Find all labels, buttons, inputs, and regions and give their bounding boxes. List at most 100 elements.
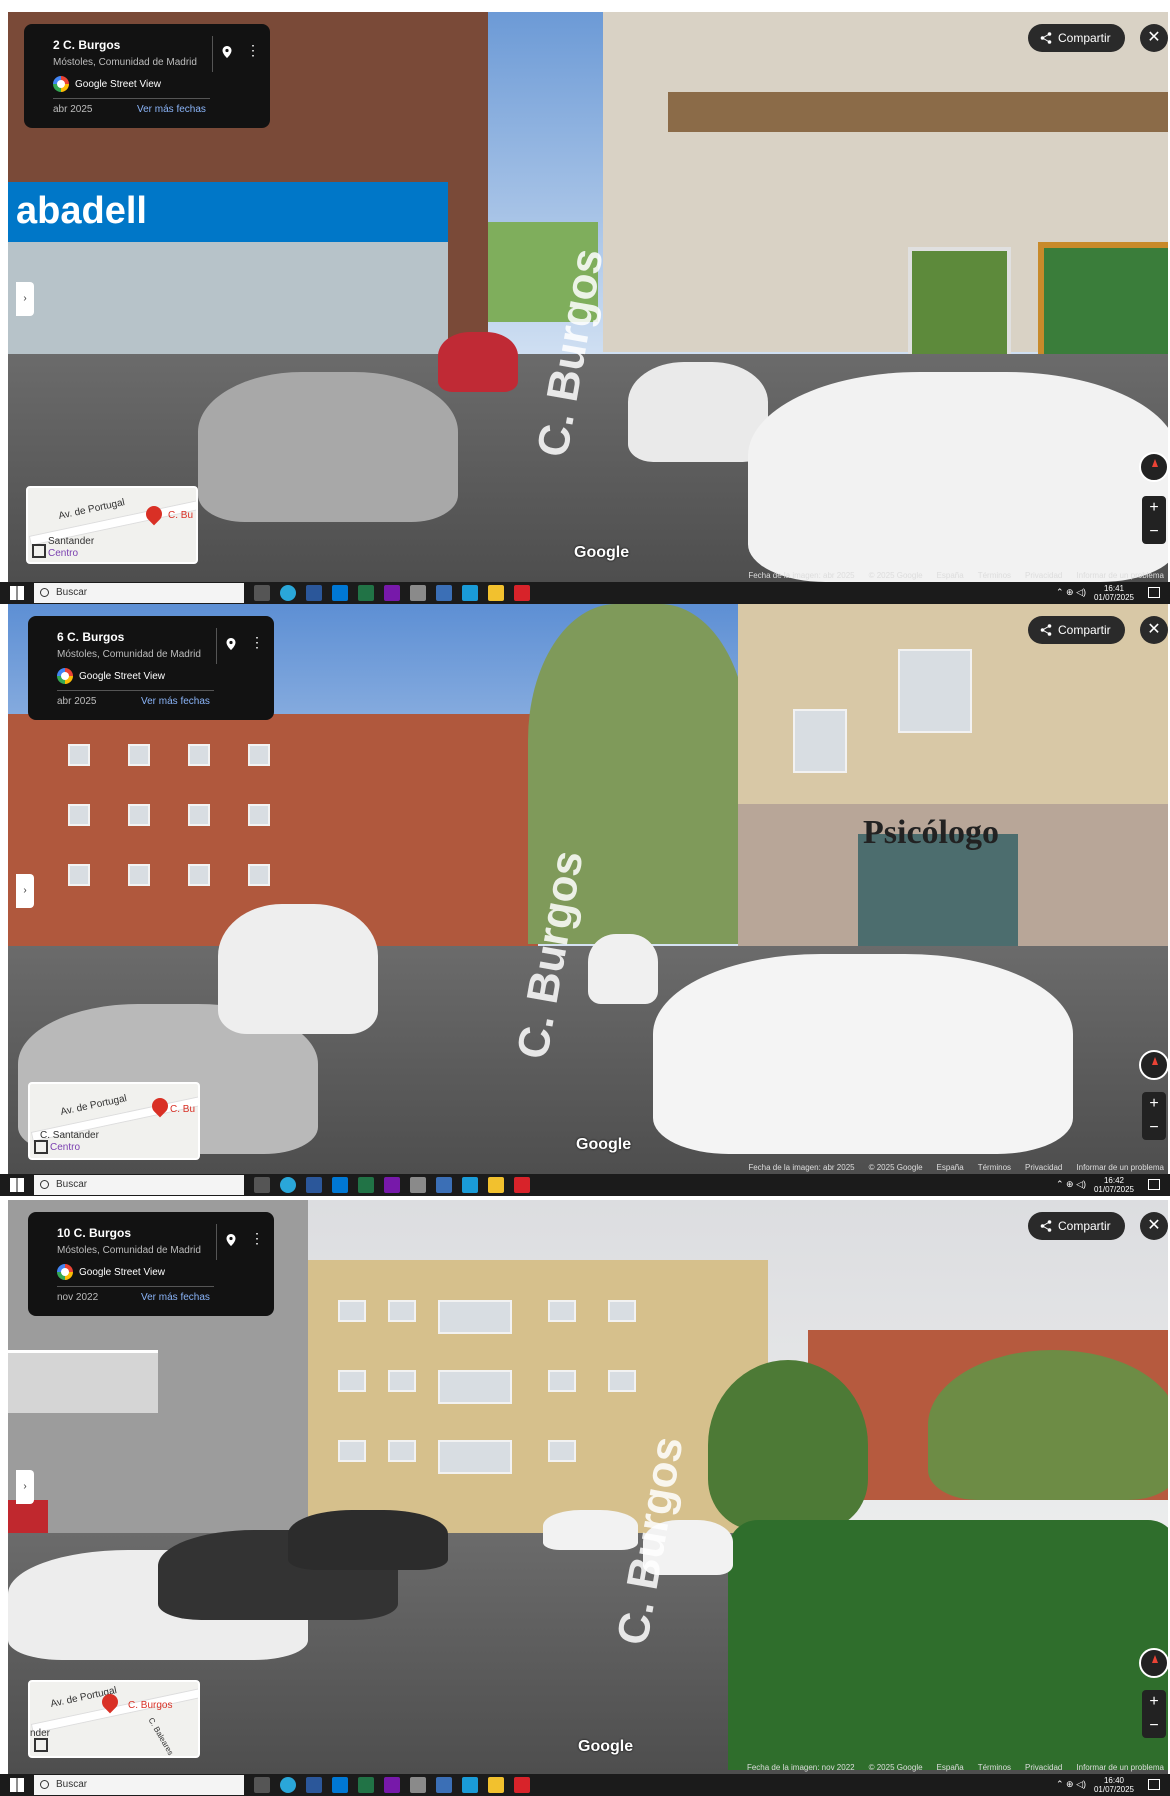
taskbar-search[interactable]: Buscar	[34, 1775, 244, 1795]
more-dates-link[interactable]: Ver más fechas	[141, 1292, 210, 1303]
location-pin-icon[interactable]	[221, 46, 233, 58]
app-icon[interactable]	[410, 585, 426, 601]
expand-panel-toggle[interactable]: ›	[16, 874, 34, 908]
source-label: Google Street View	[53, 76, 161, 92]
onenote-icon[interactable]	[384, 585, 400, 601]
street-panorama[interactable]: C. Burgos 10 C. Burgos Móstoles, Comunid…	[0, 1200, 1170, 1774]
task-view-icon[interactable]	[254, 1177, 270, 1193]
windows-start-icon[interactable]	[10, 1178, 24, 1192]
taskbar-search[interactable]: Buscar	[34, 1175, 244, 1195]
excel-icon[interactable]	[358, 1177, 374, 1193]
google-icon	[57, 1264, 73, 1280]
excel-icon[interactable]	[358, 585, 374, 601]
compass-icon[interactable]	[1139, 452, 1168, 482]
location-pin-icon[interactable]	[225, 638, 237, 650]
edge-icon[interactable]	[280, 1177, 296, 1193]
expand-panel-toggle[interactable]: ›	[16, 1470, 34, 1504]
search-app-icon[interactable]	[462, 585, 478, 601]
expand-panel-toggle[interactable]: ›	[16, 282, 34, 316]
calculator-icon[interactable]	[436, 1177, 452, 1193]
pdf-icon[interactable]	[514, 585, 530, 601]
word-icon[interactable]	[306, 1177, 322, 1193]
expand-icon[interactable]	[34, 1140, 48, 1154]
image-footer: Fecha de la imagen: abr 2025 © 2025 Goog…	[748, 571, 1164, 580]
close-icon[interactable]: ✕	[1140, 24, 1168, 52]
notification-icon[interactable]	[1148, 587, 1160, 598]
outlook-icon[interactable]	[332, 585, 348, 601]
minimap[interactable]: Av. de Portugal Santander Centro C. Bu	[26, 486, 198, 564]
taskbar-apps	[254, 585, 530, 601]
expand-icon[interactable]	[32, 544, 46, 558]
street-panorama[interactable]: Psicólogo C. Burgos 6 C. Burgos Móstoles…	[0, 604, 1170, 1174]
beige-apartments	[308, 1260, 768, 1540]
outlook-icon[interactable]	[332, 1777, 348, 1793]
folder-icon[interactable]	[488, 1777, 504, 1793]
windows-taskbar: Buscar ⌃ ⊕ ◁) 16:40 01/07/2025	[0, 1774, 1170, 1796]
app-icon[interactable]	[410, 1177, 426, 1193]
compass-icon[interactable]	[1139, 1050, 1168, 1080]
onenote-icon[interactable]	[384, 1777, 400, 1793]
taskbar-search[interactable]: Buscar	[34, 583, 244, 603]
close-icon[interactable]: ✕	[1140, 1212, 1168, 1240]
van-white	[653, 954, 1073, 1154]
share-button[interactable]: Compartir	[1028, 1212, 1125, 1240]
zoom-out-button[interactable]: −	[1142, 1116, 1166, 1140]
more-dates-link[interactable]: Ver más fechas	[137, 104, 206, 115]
clock[interactable]: 16:42 01/07/2025	[1094, 1176, 1134, 1194]
edge-icon[interactable]	[280, 585, 296, 601]
location-card: 10 C. Burgos Móstoles, Comunidad de Madr…	[28, 1212, 274, 1316]
google-watermark: Google	[578, 1738, 634, 1755]
zoom-in-button[interactable]: +	[1142, 1092, 1166, 1116]
word-icon[interactable]	[306, 585, 322, 601]
word-icon[interactable]	[306, 1777, 322, 1793]
minimap[interactable]: Av. de Portugal C. Santander Centro C. B…	[28, 1082, 200, 1160]
clock[interactable]: 16:41 01/07/2025	[1094, 584, 1134, 602]
edge-icon[interactable]	[280, 1777, 296, 1793]
notification-icon[interactable]	[1148, 1779, 1160, 1790]
search-app-icon[interactable]	[462, 1777, 478, 1793]
location-pin-icon[interactable]	[225, 1234, 237, 1246]
calculator-icon[interactable]	[436, 585, 452, 601]
calculator-icon[interactable]	[436, 1777, 452, 1793]
source-label: Google Street View	[57, 1264, 165, 1280]
compass-icon[interactable]	[1139, 1648, 1168, 1678]
onenote-icon[interactable]	[384, 1177, 400, 1193]
app-icon[interactable]	[410, 1777, 426, 1793]
more-vertical-icon[interactable]: ⋮	[250, 635, 264, 649]
close-icon[interactable]: ✕	[1140, 616, 1168, 644]
tray-icons[interactable]: ⌃ ⊕ ◁)	[1056, 1779, 1086, 1790]
windows-start-icon[interactable]	[10, 1778, 24, 1792]
excel-icon[interactable]	[358, 1777, 374, 1793]
task-view-icon[interactable]	[254, 1777, 270, 1793]
windows-start-icon[interactable]	[10, 586, 24, 600]
zoom-in-button[interactable]: +	[1142, 496, 1166, 520]
clock[interactable]: 16:40 01/07/2025	[1094, 1776, 1134, 1794]
zoom-in-button[interactable]: +	[1142, 1690, 1166, 1714]
zoom-out-button[interactable]: −	[1142, 1714, 1166, 1738]
more-vertical-icon[interactable]: ⋮	[250, 1231, 264, 1245]
share-button[interactable]: Compartir	[1028, 616, 1125, 644]
minimap[interactable]: Av. de Portugal nder C. Baleares C. Burg…	[28, 1680, 200, 1758]
locality: Móstoles, Comunidad de Madrid	[53, 57, 197, 68]
search-icon	[40, 588, 49, 597]
task-view-icon[interactable]	[254, 585, 270, 601]
notification-icon[interactable]	[1148, 1179, 1160, 1190]
folder-icon[interactable]	[488, 1177, 504, 1193]
more-dates-link[interactable]: Ver más fechas	[141, 696, 210, 707]
search-app-icon[interactable]	[462, 1177, 478, 1193]
street-panorama[interactable]: abadell C. Burgos 2 C. Burgos Móstoles, …	[0, 12, 1170, 582]
pdf-icon[interactable]	[514, 1777, 530, 1793]
google-watermark: Google	[576, 1136, 632, 1153]
folder-icon[interactable]	[488, 585, 504, 601]
streetview-window-3: C. Burgos 10 C. Burgos Móstoles, Comunid…	[0, 1200, 1170, 1796]
pdf-icon[interactable]	[514, 1177, 530, 1193]
outlook-icon[interactable]	[332, 1177, 348, 1193]
expand-icon[interactable]	[34, 1738, 48, 1752]
search-icon	[40, 1180, 49, 1189]
tray-icons[interactable]: ⌃ ⊕ ◁)	[1056, 587, 1086, 598]
share-button[interactable]: Compartir	[1028, 24, 1125, 52]
tray-icons[interactable]: ⌃ ⊕ ◁)	[1056, 1179, 1086, 1190]
more-vertical-icon[interactable]: ⋮	[246, 43, 260, 57]
zoom-out-button[interactable]: −	[1142, 520, 1166, 544]
streetview-window-2: Psicólogo C. Burgos 6 C. Burgos Móstoles…	[0, 604, 1170, 1196]
